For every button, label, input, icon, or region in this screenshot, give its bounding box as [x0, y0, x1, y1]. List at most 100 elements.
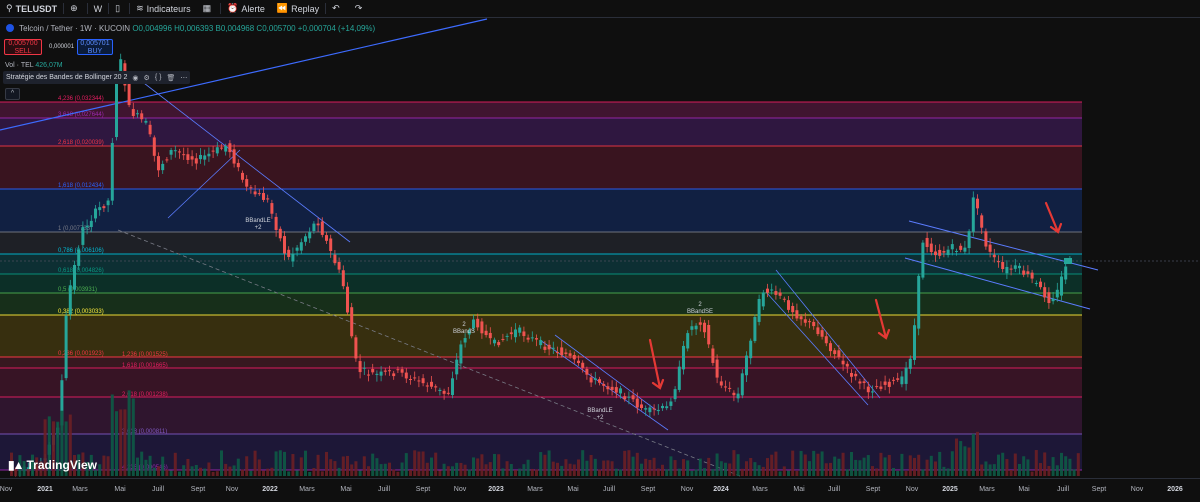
alert-button[interactable]: ⏰ Alerte	[221, 0, 271, 17]
volume-bar	[564, 459, 568, 476]
volume-bar	[480, 454, 484, 476]
price-chart[interactable]: 4,236 (0,032344)3,618 (0,027644)2,618 (0…	[0, 18, 1200, 478]
volume-bar	[858, 460, 862, 476]
symbol-search[interactable]: ⚲ TELUSDT	[0, 0, 63, 17]
volume-bar	[501, 468, 505, 476]
volume-bar	[463, 464, 467, 476]
candle-body	[518, 327, 522, 333]
volume-bar	[446, 466, 450, 476]
volume-bar	[1043, 452, 1047, 476]
candle-body	[245, 179, 249, 187]
volume-bar	[799, 450, 803, 476]
volume-bar	[934, 461, 937, 476]
candle-body	[711, 348, 715, 363]
undo-button[interactable]: ↶	[326, 0, 349, 17]
strategy-legend[interactable]: Stratégie des Bandes de Bollinger 20 2 ◉…	[3, 71, 191, 84]
candle-body	[98, 207, 102, 211]
candle-body	[194, 158, 198, 164]
eye-icon[interactable]: ◉	[132, 74, 138, 82]
candle-body	[144, 120, 148, 123]
volume-bar	[761, 466, 765, 476]
candle-body	[358, 361, 362, 373]
collapse-legend-button[interactable]: ^	[5, 88, 20, 100]
volume-bar	[816, 453, 820, 476]
fib-level-label: 1,618 (0,012434)	[58, 183, 104, 189]
candle-body	[707, 324, 711, 345]
volume-bar	[656, 468, 660, 476]
candle-body	[409, 379, 412, 381]
candle-body	[904, 367, 908, 384]
candle-body	[173, 150, 177, 152]
volume-bar	[144, 459, 148, 476]
candle-body	[703, 322, 706, 333]
candle-body	[388, 370, 391, 372]
trash-icon[interactable]: 🗑	[166, 74, 175, 82]
volume-bar	[829, 462, 832, 476]
volume-bar	[295, 470, 299, 476]
candle-body	[971, 197, 975, 232]
volume-bar	[182, 465, 186, 476]
candle-body	[850, 372, 853, 377]
volume-bar	[715, 453, 719, 476]
candle-body	[224, 145, 228, 152]
chart-type-button[interactable]: ▯	[109, 0, 129, 17]
layouts-button[interactable]: ▦	[197, 0, 221, 17]
settings-icon[interactable]: ⚙	[144, 74, 150, 82]
candle-body	[110, 142, 114, 201]
time-tick-label: Mars	[72, 486, 88, 493]
buy-price: 0,005701	[80, 40, 110, 47]
candle-body	[85, 225, 89, 228]
candle-body	[77, 249, 81, 266]
candle-body	[350, 307, 354, 337]
candle-body	[892, 379, 895, 381]
candle-body	[858, 381, 862, 384]
candle-body	[837, 350, 841, 357]
volume-bar	[971, 433, 975, 476]
redo-button[interactable]: ↷	[349, 0, 372, 17]
volume-bar	[598, 469, 601, 476]
volume-bar	[589, 455, 593, 476]
volume-bar	[98, 464, 102, 476]
chart-area[interactable]: 4,236 (0,032344) 3,618 (0,027644) 2,618 (0…	[0, 18, 1200, 478]
candle-body	[253, 191, 257, 195]
volume-bar	[845, 469, 849, 476]
indicators-button[interactable]: ≋ Indicateurs	[130, 0, 197, 17]
compare-button[interactable]: ⊕	[64, 0, 87, 17]
more-icon[interactable]: ⋯	[180, 74, 187, 82]
volume-bar	[1030, 471, 1034, 476]
volume-bar	[803, 454, 807, 476]
candle-body	[64, 315, 68, 379]
candle-body	[375, 373, 379, 375]
candle-body	[1005, 266, 1009, 274]
buy-button[interactable]: 0,005701 BUY	[77, 39, 113, 55]
candle-body	[694, 325, 698, 330]
volume-bar	[392, 469, 396, 476]
candle-body	[199, 155, 202, 160]
volume-bar	[560, 465, 564, 476]
replay-button[interactable]: ⏪ Replay	[271, 0, 325, 17]
volume-bar	[946, 468, 950, 476]
candle-body	[816, 327, 820, 335]
source-code-icon[interactable]: { }	[155, 74, 162, 81]
time-axis[interactable]: Nov 2021 Mars Mai Juill Sept Nov 2022 Mars Mai Jui…	[0, 478, 1200, 497]
volume-bar	[1060, 452, 1063, 476]
interval-button[interactable]: W	[88, 0, 109, 17]
candle-body	[484, 330, 488, 336]
volume-bar	[333, 461, 337, 476]
volume-bar	[862, 457, 866, 476]
candle-body	[791, 306, 795, 313]
volume-bar	[719, 461, 723, 476]
sell-button[interactable]: 0,005700 SELL	[4, 39, 42, 55]
volume-bar	[283, 451, 286, 476]
volume-bar	[169, 470, 173, 476]
volume-bar	[917, 454, 921, 476]
candle-body	[682, 345, 685, 370]
candle-body	[577, 360, 580, 364]
volume-bar	[707, 457, 711, 476]
fib-band	[0, 102, 1082, 118]
volume-bar	[224, 463, 228, 476]
tradingview-logo: ▮▲ TradingView	[8, 458, 97, 472]
volume-bar	[262, 470, 265, 476]
volume-bar	[413, 450, 417, 476]
candle-body	[1060, 276, 1063, 296]
